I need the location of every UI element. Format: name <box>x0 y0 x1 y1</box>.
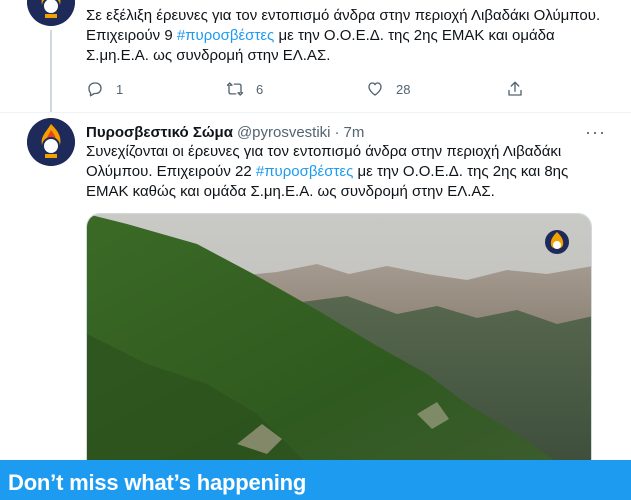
avatar[interactable] <box>27 118 75 166</box>
fire-service-logo-icon <box>27 118 75 166</box>
separator-dot: · <box>334 123 340 141</box>
reply-button[interactable]: 1 <box>86 80 226 98</box>
banner-title: Don’t miss what’s happening <box>8 470 307 495</box>
tweet-2[interactable]: Πυροσβεστικό Σώμα @pyrosvestiki · 7m ···… <box>0 112 631 473</box>
reply-count: 1 <box>116 81 124 97</box>
retweet-icon <box>226 82 244 96</box>
share-icon <box>508 81 522 96</box>
author-handle[interactable]: @pyrosvestiki <box>237 124 331 141</box>
fire-service-logo-icon <box>27 0 75 26</box>
tweet-timestamp[interactable]: 7m <box>344 124 365 141</box>
tweet-text: Σε εξέλιξη έρευνες για τον εντοπισμό άνδ… <box>86 7 601 64</box>
share-button[interactable] <box>506 80 536 98</box>
heart-icon <box>368 82 382 96</box>
hashtag-link[interactable]: #πυροσβέστες <box>177 27 274 44</box>
retweet-button[interactable]: 6 <box>226 80 366 98</box>
tweet-media-photo[interactable] <box>86 213 592 473</box>
tweet-1[interactable]: Σε εξέλιξη έρευνες για τον εντοπισμό άνδ… <box>0 0 631 112</box>
like-button[interactable]: 28 <box>366 80 506 98</box>
bottom-signup-banner: Don’t miss what’s happening <box>0 460 631 500</box>
like-count: 28 <box>396 81 411 97</box>
retweet-count: 6 <box>256 81 264 97</box>
avatar[interactable] <box>27 0 75 26</box>
tweet-actions: 1 6 28 <box>86 77 606 101</box>
mountain-landscape-image <box>87 214 591 472</box>
tweet-header: Πυροσβεστικό Σώμα @pyrosvestiki · 7m <box>86 122 606 142</box>
author-name[interactable]: Πυροσβεστικό Σώμα <box>86 124 233 141</box>
reply-icon <box>88 82 102 97</box>
more-options-icon[interactable]: ··· <box>585 122 606 143</box>
tweet-text: Συνεχίζονται οι έρευνες για τον εντοπισμ… <box>86 143 569 200</box>
hashtag-link[interactable]: #πυροσβέστες <box>256 163 353 180</box>
fire-service-watermark-icon <box>545 230 569 254</box>
